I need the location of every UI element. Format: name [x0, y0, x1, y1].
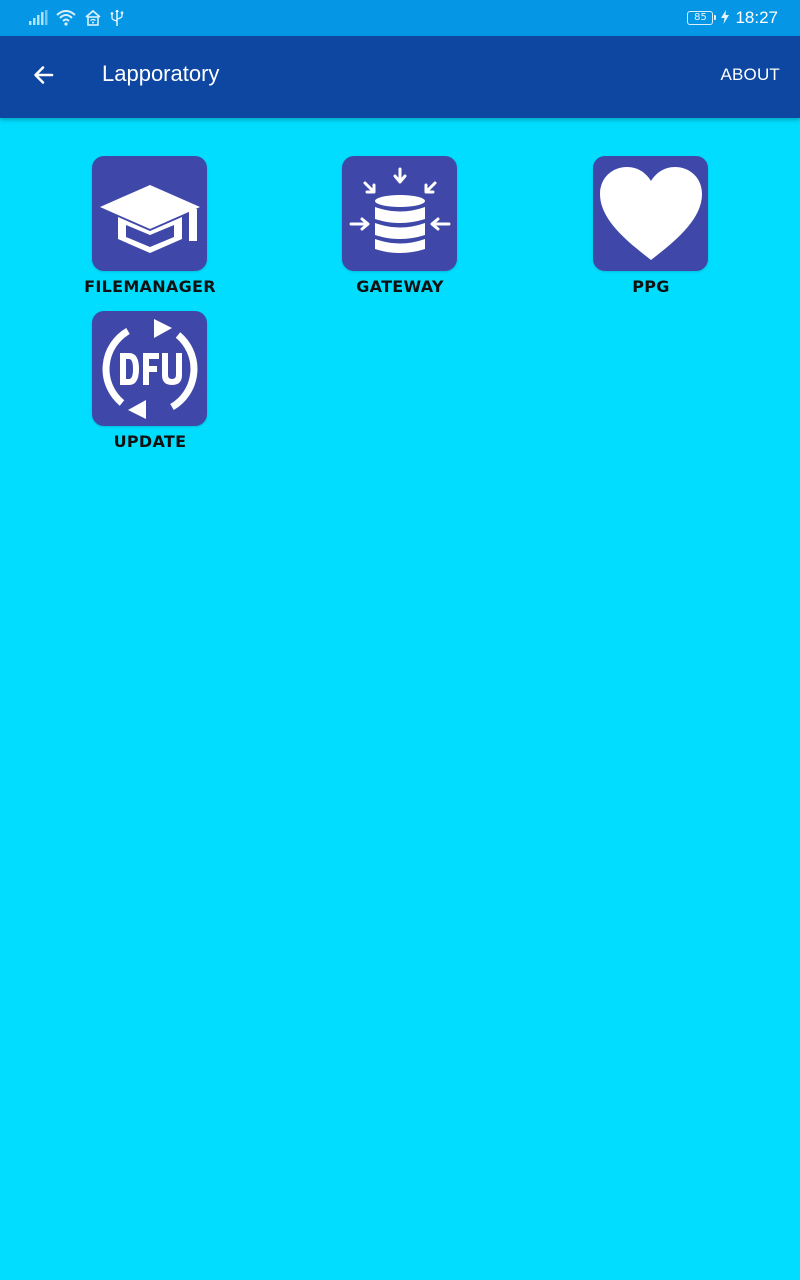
tile-label: PPG [632, 277, 670, 296]
tile-label: GATEWAY [356, 277, 444, 296]
wifi-icon [56, 10, 76, 26]
app-bar: Lapporatory ABOUT [0, 36, 800, 118]
app-title: Lapporatory [102, 61, 220, 86]
tile-update[interactable]: UPDATE [70, 311, 230, 461]
battery-level: 85 [694, 12, 707, 23]
heart-icon [593, 156, 708, 271]
database-gateway-icon [342, 156, 457, 271]
status-icons-right: 85 18:27 [687, 6, 778, 30]
back-button[interactable] [20, 53, 68, 101]
hotspot-icon [84, 10, 102, 26]
tile-filemanager[interactable]: FILEMANAGER [70, 156, 230, 306]
usb-icon [110, 9, 124, 27]
arrow-back-icon [32, 63, 56, 91]
charging-icon [721, 9, 730, 28]
tile-label: UPDATE [113, 432, 187, 451]
tile-label: FILEMANAGER [84, 277, 216, 296]
about-button[interactable]: ABOUT [720, 65, 780, 85]
dfu-update-icon [92, 311, 207, 426]
status-time: 18:27 [735, 8, 778, 27]
tile-ppg[interactable]: PPG [571, 156, 731, 306]
tile-gateway[interactable]: GATEWAY [320, 156, 480, 306]
battery-icon: 85 [687, 11, 717, 25]
status-icons-left [28, 8, 124, 28]
status-bar: 85 18:27 [0, 0, 800, 36]
signal-icon [28, 10, 48, 26]
graduation-cap-icon [92, 156, 207, 271]
